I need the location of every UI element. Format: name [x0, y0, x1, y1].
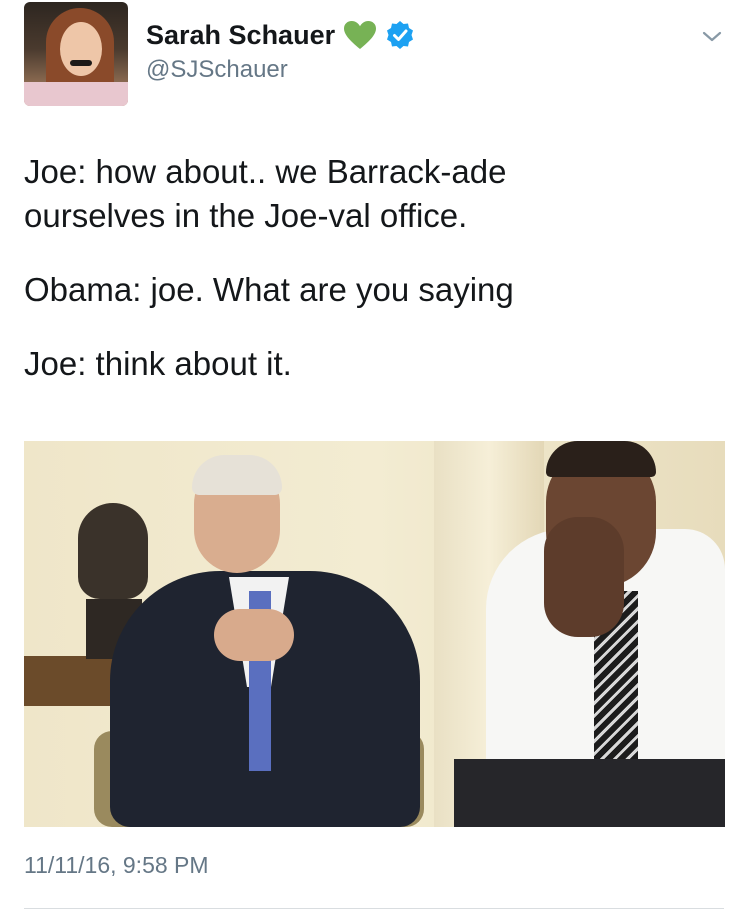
divider — [24, 908, 724, 909]
tweet-line: Joe: think about it. — [24, 345, 292, 382]
green-heart-icon — [343, 20, 377, 50]
author-handle[interactable]: @SJSchauer — [146, 56, 288, 84]
tweet-timestamp[interactable]: 11/11/16, 9:58 PM — [24, 852, 209, 879]
verified-badge-icon — [385, 20, 415, 50]
tweet-photo[interactable] — [24, 441, 725, 827]
tweet-line: Joe: how about.. we Barrack-ade — [24, 153, 507, 190]
tweet-line: Obama: joe. What are you saying — [24, 271, 514, 308]
chevron-down-icon[interactable] — [700, 26, 724, 46]
tweet-text: Joe: how about.. we Barrack-ade ourselve… — [24, 150, 724, 386]
avatar[interactable] — [24, 2, 128, 106]
author-name[interactable]: Sarah Schauer — [146, 20, 335, 51]
tweet-header: Sarah Schauer @SJSchauer — [0, 0, 740, 115]
author-name-row: Sarah Schauer — [146, 18, 415, 52]
tweet-line: ourselves in the Joe-val office. — [24, 197, 468, 234]
